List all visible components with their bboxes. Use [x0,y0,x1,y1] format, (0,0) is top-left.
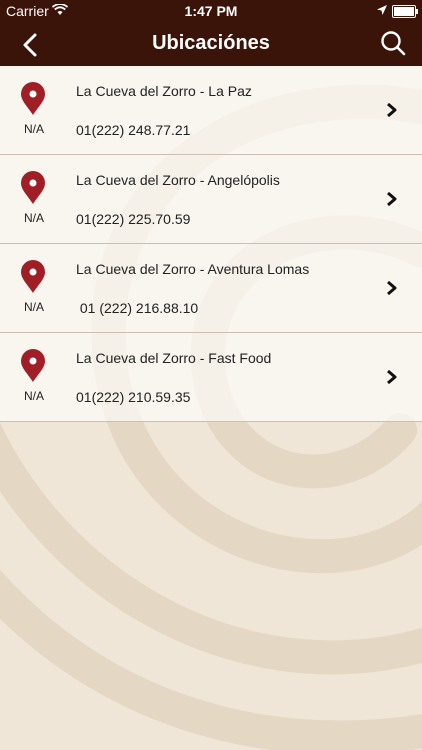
search-icon[interactable] [380,30,406,56]
location-name: La Cueva del Zorro - Fast Food [76,350,272,366]
location-name: La Cueva del Zorro - La Paz [76,83,252,99]
list-item[interactable]: N/A La Cueva del Zorro - Aventura Lomas … [0,244,422,333]
distance-label: N/A [23,211,44,225]
list-item[interactable]: N/A La Cueva del Zorro - Angelópolis 01(… [0,155,422,244]
location-phone: 01 (222) 216.88.10 [76,300,199,316]
map-pin-icon [21,349,45,382]
distance-label: N/A [23,300,44,314]
chevron-right-icon [387,280,397,296]
navigation-bar: Ubicaciónes [0,22,422,66]
location-phone: 01(222) 225.70.59 [76,211,191,227]
locations-list: N/A La Cueva del Zorro - La Paz 01(222) … [0,66,422,422]
list-item[interactable]: N/A La Cueva del Zorro - La Paz 01(222) … [0,66,422,155]
chevron-right-icon [387,102,397,118]
page-title: Ubicaciónes [152,32,270,54]
map-pin-icon [21,171,45,204]
location-phone: 01(222) 210.59.35 [76,389,191,405]
distance-label: N/A [23,122,44,136]
location-arrow-icon [377,5,387,15]
location-phone: 01(222) 248.77.21 [76,122,191,138]
status-time: 1:47 PM [184,3,238,19]
list-item[interactable]: N/A La Cueva del Zorro - Fast Food 01(22… [0,333,422,422]
battery-icon [392,5,418,18]
location-name: La Cueva del Zorro - Aventura Lomas [76,261,310,277]
chevron-right-icon [387,369,397,385]
chevron-right-icon [387,191,397,207]
map-pin-icon [21,82,45,115]
status-bar: Carrier 1:47 PM [0,0,422,22]
distance-label: N/A [23,389,44,403]
location-name: La Cueva del Zorro - Angelópolis [76,172,280,188]
map-pin-icon [21,260,45,293]
